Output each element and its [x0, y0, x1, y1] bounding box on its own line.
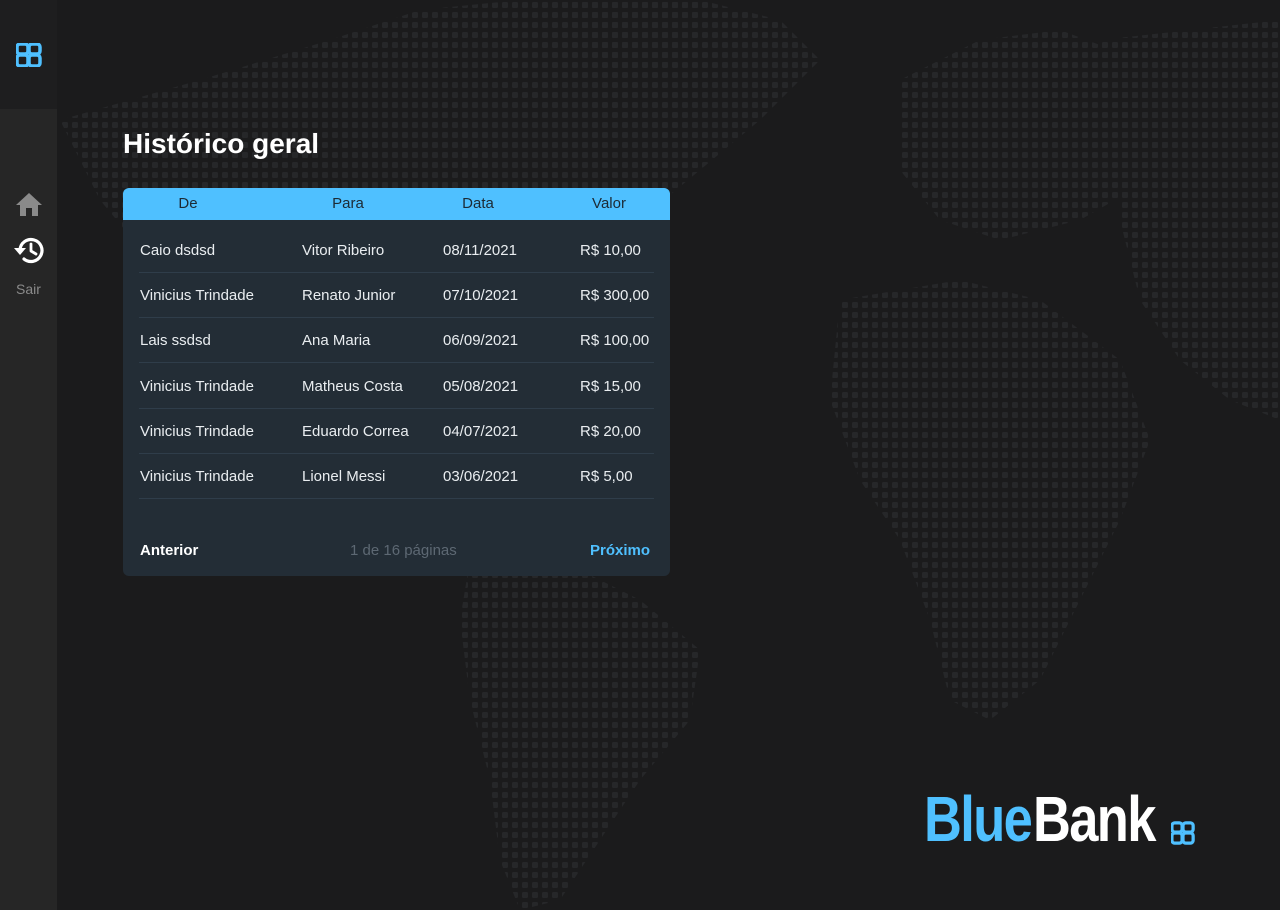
cell-date: 03/06/2021 [443, 468, 519, 485]
bluebank-logo-icon[interactable] [15, 42, 42, 67]
sidebar: Sair [0, 0, 57, 910]
cell-to: Renato Junior [302, 287, 396, 304]
cell-value: R$ 300,00 [580, 287, 650, 304]
cell-value: R$ 10,00 [580, 242, 641, 259]
cell-from: Vinicius Trindade [140, 287, 254, 304]
cell-from: Vinicius Trindade [140, 468, 254, 485]
table-row: Vinicius Trindade Lionel Messi 03/06/202… [123, 454, 670, 499]
next-page-button[interactable]: Próximo [590, 542, 650, 559]
table-row: Vinicius Trindade Matheus Costa 05/08/20… [123, 364, 670, 409]
bluebank-brand-logo: Blue Bank [924, 786, 1181, 852]
brand-name-bank: Bank [1032, 783, 1156, 855]
row-divider [139, 362, 654, 363]
column-header-value: Valor [592, 195, 626, 212]
table-row: Vinicius Trindade Renato Junior 07/10/20… [123, 273, 670, 318]
table-row: Lais ssdsd Ana Maria 06/09/2021 R$ 100,0… [123, 318, 670, 363]
cell-date: 05/08/2021 [443, 378, 519, 395]
cell-value: R$ 15,00 [580, 378, 641, 395]
column-header-date: Data [462, 195, 494, 212]
bluebank-brand-icon [1171, 821, 1195, 845]
cell-to: Ana Maria [302, 332, 371, 349]
table-header: De Para Data Valor [123, 188, 670, 220]
app-page: Sair Histórico geral De Para Data Valor … [0, 0, 1280, 910]
column-header-from: De [178, 195, 198, 212]
brand-name-blue: Blue [924, 783, 1033, 855]
cell-from: Vinicius Trindade [140, 423, 254, 440]
cell-value: R$ 5,00 [580, 468, 633, 485]
table-row: Caio dsdsd Vitor Ribeiro 08/11/2021 R$ 1… [123, 228, 670, 273]
cell-to: Eduardo Correa [302, 423, 409, 440]
table-row: Vinicius Trindade Eduardo Correa 04/07/2… [123, 409, 670, 454]
home-icon [15, 193, 42, 216]
cell-from: Vinicius Trindade [140, 378, 254, 395]
cell-from: Lais ssdsd [140, 332, 211, 349]
cell-from: Caio dsdsd [140, 242, 216, 259]
page-title: Histórico geral [123, 128, 320, 159]
sidebar-exit-button[interactable]: Sair [0, 281, 57, 297]
cell-to: Vitor Ribeiro [302, 242, 385, 259]
history-table-card: De Para Data Valor Caio dsdsd Vitor Ribe… [123, 188, 670, 576]
previous-page-button[interactable]: Anterior [140, 542, 198, 559]
history-icon [13, 237, 44, 264]
cell-value: R$ 100,00 [580, 332, 650, 349]
column-header-to: Para [332, 195, 364, 212]
sidebar-logo-area [0, 0, 57, 109]
cell-to: Lionel Messi [302, 468, 386, 485]
cell-date: 06/09/2021 [443, 332, 519, 349]
sidebar-item-home[interactable] [0, 191, 57, 217]
cell-date: 04/07/2021 [443, 423, 519, 440]
cell-to: Matheus Costa [302, 378, 403, 395]
sidebar-item-history[interactable] [0, 235, 57, 265]
cell-date: 07/10/2021 [443, 287, 519, 304]
cell-value: R$ 20,00 [580, 423, 641, 440]
cell-date: 08/11/2021 [443, 242, 517, 259]
row-divider [139, 498, 654, 499]
pagination-info: 1 de 16 páginas [350, 542, 457, 559]
